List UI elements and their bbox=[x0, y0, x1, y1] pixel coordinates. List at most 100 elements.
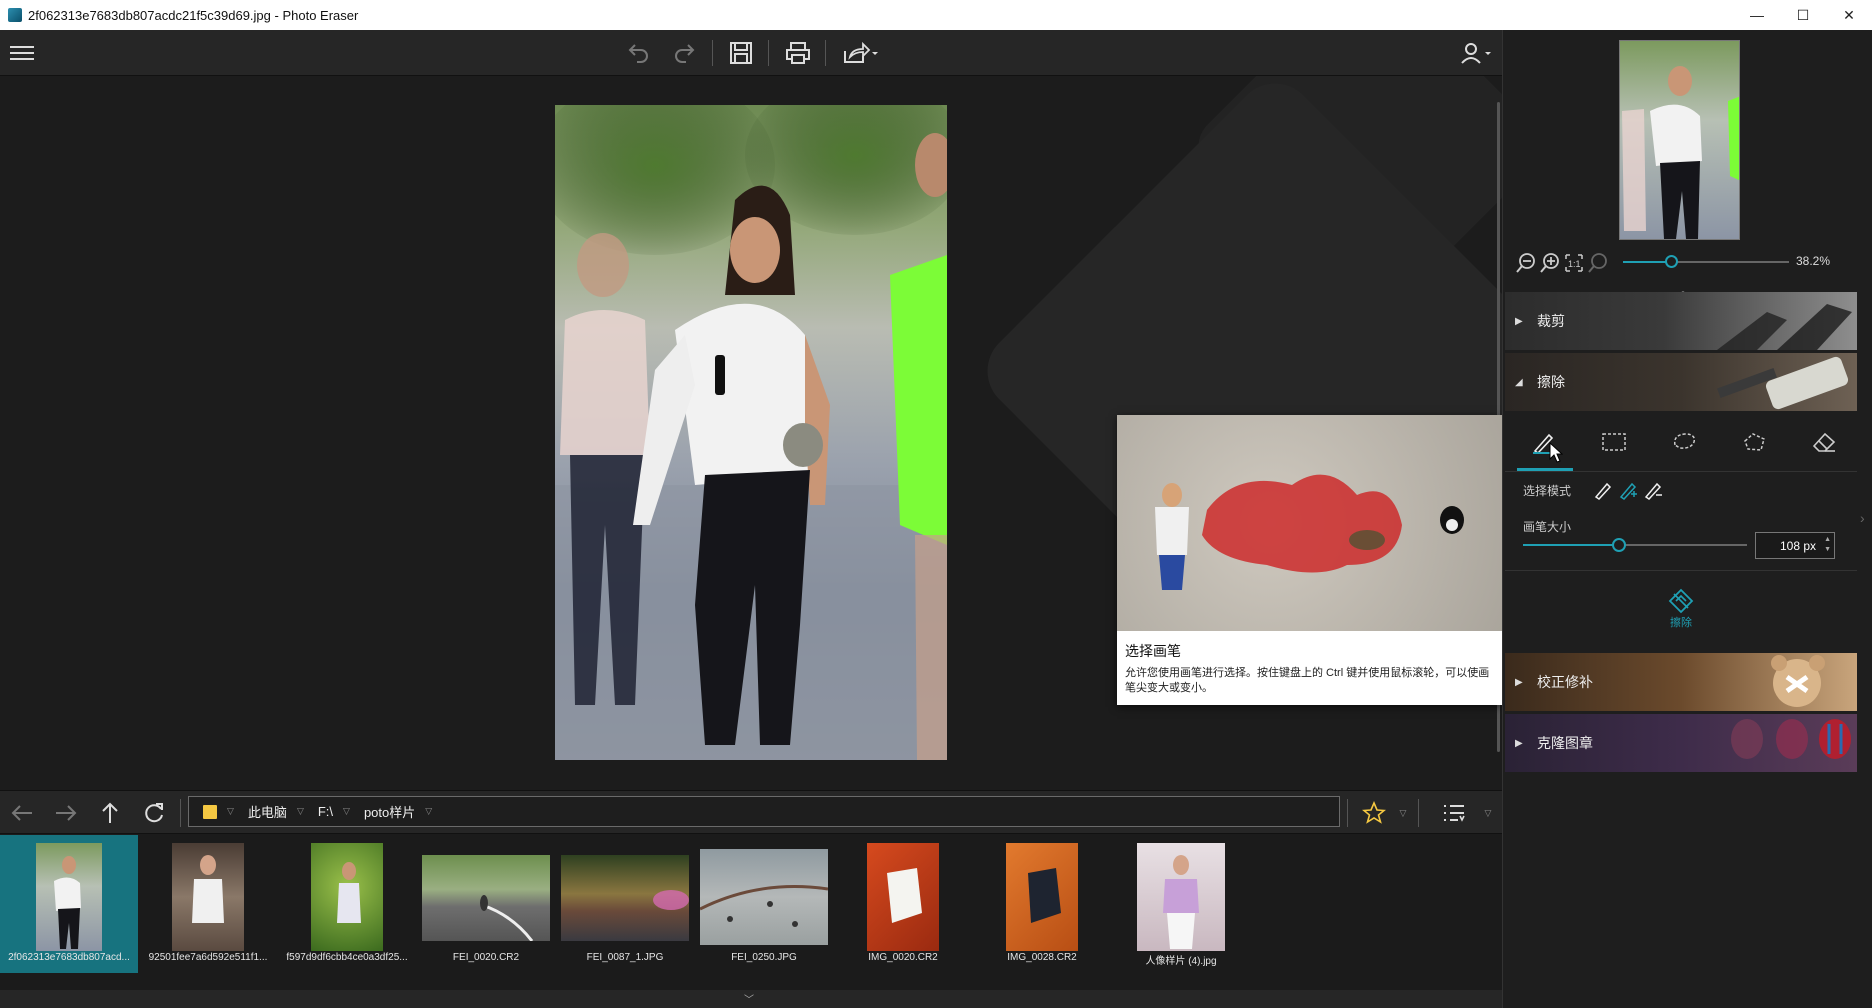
balloons-decoration bbox=[1731, 719, 1851, 759]
zoom-slider-handle[interactable] bbox=[1665, 255, 1678, 268]
chevron-down-icon[interactable]: ▽ bbox=[1395, 799, 1411, 827]
film-item[interactable]: FEI_0087_1.JPG bbox=[556, 835, 694, 973]
film-item[interactable]: FEI_0020.CR2 bbox=[417, 835, 555, 973]
back-arrow-icon[interactable] bbox=[8, 799, 36, 827]
film-item[interactable]: IMG_0028.CR2 bbox=[973, 835, 1111, 973]
right-panel: 1:1 38.2% ︿ ▶ 裁剪 ◢ 擦除 bbox=[1502, 30, 1872, 1008]
chevron-down-icon[interactable]: ▽ bbox=[227, 806, 234, 817]
panel-expand-icon[interactable]: › bbox=[1860, 510, 1865, 526]
mouse-cursor-icon bbox=[1549, 442, 1563, 463]
brush-size-input[interactable]: 108 px ▲ ▼ bbox=[1755, 532, 1835, 559]
crop-decoration bbox=[1717, 304, 1852, 350]
film-item[interactable]: FEI_0250.JPG bbox=[695, 835, 833, 973]
nav-separator bbox=[1347, 799, 1348, 827]
toolbar-separator bbox=[712, 40, 713, 66]
film-item[interactable]: IMG_0020.CR2 bbox=[834, 835, 972, 973]
film-thumbnail bbox=[422, 855, 550, 941]
lasso-select-icon[interactable] bbox=[1669, 428, 1699, 456]
share-icon[interactable] bbox=[840, 39, 880, 67]
rectangle-select-icon[interactable] bbox=[1599, 428, 1629, 456]
refresh-icon[interactable] bbox=[140, 799, 168, 827]
section-crop-label: 裁剪 bbox=[1537, 313, 1565, 329]
film-thumbnail bbox=[311, 843, 383, 951]
film-caption: FEI_0250.JPG bbox=[731, 952, 797, 963]
chevron-down-icon[interactable]: ▽ bbox=[425, 806, 432, 817]
zoom-controls: 1:1 38.2% bbox=[1513, 250, 1868, 274]
film-caption: FEI_0087_1.JPG bbox=[586, 952, 664, 963]
brush-size-slider-handle[interactable] bbox=[1612, 538, 1626, 552]
film-caption: 2f062313e7683db807acd... bbox=[8, 952, 130, 963]
sort-list-icon[interactable] bbox=[1440, 799, 1468, 827]
polygon-lasso-icon[interactable] bbox=[1739, 428, 1769, 456]
maximize-button[interactable]: ☐ bbox=[1780, 0, 1826, 30]
toolbar-separator bbox=[768, 40, 769, 66]
film-item[interactable]: 人像样片 (4).jpg bbox=[1112, 835, 1250, 973]
expand-arrow-icon: ▶ bbox=[1515, 315, 1523, 327]
add-selection-icon[interactable] bbox=[1618, 480, 1638, 500]
nav-separator bbox=[1418, 799, 1419, 827]
tooltip-text: 允许您使用画笔进行选择。按住键盘上的 Ctrl 键并使用鼠标滚轮，可以使画笔尖变… bbox=[1125, 667, 1490, 694]
tooltip-title: 选择画笔 bbox=[1125, 643, 1181, 659]
user-icon[interactable] bbox=[1458, 39, 1494, 67]
section-clone-label: 克隆图章 bbox=[1537, 735, 1593, 751]
navigator-thumbnail[interactable] bbox=[1619, 40, 1740, 240]
section-crop[interactable]: ▶ 裁剪 bbox=[1505, 292, 1857, 350]
breadcrumb-drive[interactable]: F:\ bbox=[318, 804, 333, 819]
film-item[interactable]: 2f062313e7683db807acd... bbox=[0, 835, 138, 973]
breadcrumb-computer[interactable]: 此电脑 bbox=[248, 802, 287, 821]
film-caption: IMG_0028.CR2 bbox=[1007, 952, 1077, 963]
film-item[interactable]: 92501fee7a6d592e511f1... bbox=[139, 835, 277, 973]
section-repair-label: 校正修补 bbox=[1537, 674, 1593, 690]
expand-arrow-icon: ▶ bbox=[1515, 737, 1523, 749]
brush-size-value: 108 px bbox=[1779, 538, 1816, 553]
undo-icon[interactable] bbox=[625, 39, 653, 67]
expand-arrow-icon: ▶ bbox=[1515, 676, 1523, 688]
up-arrow-icon[interactable] bbox=[96, 799, 124, 827]
film-item[interactable]: f597d9df6cbb4ce0a3df25... bbox=[278, 835, 416, 973]
brush-size-spinner-icon[interactable]: ▲ ▼ bbox=[1824, 535, 1831, 555]
toolbar-separator bbox=[825, 40, 826, 66]
favorite-star-icon[interactable] bbox=[1360, 799, 1388, 827]
forward-arrow-icon[interactable] bbox=[52, 799, 80, 827]
close-button[interactable]: ✕ bbox=[1826, 0, 1872, 30]
nav-separator bbox=[180, 799, 181, 827]
fit-window-icon[interactable] bbox=[1587, 252, 1609, 274]
film-caption: f597d9df6cbb4ce0a3df25... bbox=[286, 952, 408, 963]
section-clone[interactable]: ▶ 克隆图章 bbox=[1505, 714, 1857, 772]
subtract-selection-icon[interactable] bbox=[1643, 480, 1663, 500]
erase-button[interactable]: 擦除 bbox=[1651, 588, 1711, 638]
chevron-down-icon[interactable]: ▽ bbox=[1480, 799, 1496, 827]
zoom-out-icon[interactable] bbox=[1515, 252, 1537, 274]
main-photo[interactable] bbox=[555, 105, 947, 760]
folder-icon bbox=[203, 804, 217, 819]
film-thumbnail bbox=[867, 843, 939, 951]
film-thumbnail bbox=[1006, 843, 1078, 951]
chevron-down-icon[interactable]: ▽ bbox=[343, 806, 350, 817]
collapse-filmstrip-icon[interactable]: ﹀ bbox=[744, 991, 754, 1006]
photo-eraser-app: 2f062313e7683db807acdc21f5c39d69.jpg - P… bbox=[0, 0, 1872, 1008]
divider bbox=[1505, 570, 1857, 571]
redo-icon[interactable] bbox=[670, 39, 698, 67]
eraser-tool-icon[interactable] bbox=[1809, 428, 1839, 456]
film-thumbnail bbox=[700, 849, 828, 945]
section-repair[interactable]: ▶ 校正修补 bbox=[1505, 653, 1857, 711]
path-breadcrumb[interactable]: ▽ 此电脑 ▽ F:\ ▽ poto样片 ▽ bbox=[188, 796, 1340, 827]
top-toolbar bbox=[0, 30, 1502, 76]
erase-action-icon bbox=[1668, 588, 1694, 614]
menu-icon[interactable] bbox=[8, 39, 36, 67]
breadcrumb-folder[interactable]: poto样片 bbox=[364, 802, 415, 821]
chevron-down-icon[interactable]: ▽ bbox=[297, 806, 304, 817]
brush-tooltip: 选择画笔 允许您使用画笔进行选择。按住键盘上的 Ctrl 键并使用鼠标滚轮，可以… bbox=[1117, 415, 1502, 705]
film-caption: IMG_0020.CR2 bbox=[868, 952, 938, 963]
film-thumbnail bbox=[172, 843, 244, 951]
zoom-in-icon[interactable] bbox=[1539, 252, 1561, 274]
save-icon[interactable] bbox=[727, 39, 755, 67]
actual-size-icon[interactable]: 1:1 bbox=[1563, 252, 1585, 274]
film-thumbnail bbox=[1137, 843, 1225, 951]
minimize-button[interactable]: — bbox=[1734, 0, 1780, 30]
film-caption: FEI_0020.CR2 bbox=[452, 952, 520, 963]
new-selection-icon[interactable] bbox=[1593, 480, 1613, 500]
tooltip-preview-image bbox=[1117, 415, 1502, 631]
print-icon[interactable] bbox=[784, 39, 812, 67]
section-erase[interactable]: ◢ 擦除 bbox=[1505, 353, 1857, 411]
